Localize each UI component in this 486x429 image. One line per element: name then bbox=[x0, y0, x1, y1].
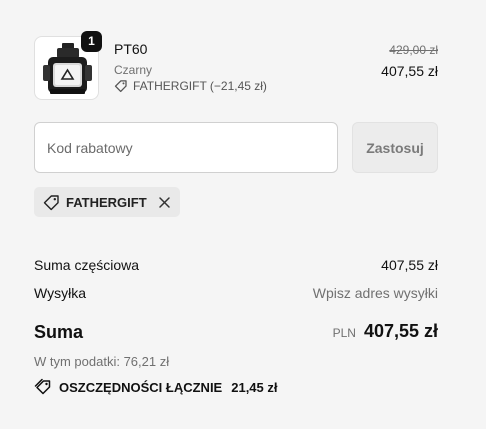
product-name: PT60 bbox=[114, 41, 148, 57]
currency-code: PLN bbox=[332, 326, 356, 340]
total-amount-group: PLN 407,55 zł bbox=[333, 321, 438, 342]
cart-line-item: 1 PT60 Czarny FATHERGIFT (−21,45 zł) 429… bbox=[34, 31, 438, 100]
applied-discount-chip: FATHERGIFT bbox=[34, 187, 180, 217]
apply-discount-button[interactable]: Zastosuj bbox=[352, 122, 438, 173]
final-price: 407,55 zł bbox=[381, 63, 438, 79]
product-discount-label: FATHERGIFT (−21,45 zł) bbox=[133, 79, 267, 93]
subtotal-label: Suma częściowa bbox=[34, 257, 140, 273]
tag-icon bbox=[34, 378, 51, 395]
savings-label: OSZCZĘDNOŚCI ŁĄCZNIE bbox=[59, 379, 223, 395]
total-amount: 407,55 zł bbox=[363, 321, 438, 341]
tag-icon bbox=[43, 194, 59, 210]
total-label: Suma bbox=[34, 322, 84, 342]
shipping-value: Wpisz adres wysyłki bbox=[312, 285, 438, 301]
applied-discount-code: FATHERGIFT bbox=[66, 194, 147, 210]
product-variant: Czarny bbox=[114, 63, 153, 77]
quantity-badge: 1 bbox=[81, 31, 102, 52]
tag-icon bbox=[114, 80, 127, 93]
shipping-label: Wysyłka bbox=[34, 285, 86, 301]
product-discount: FATHERGIFT (−21,45 zł) bbox=[114, 79, 267, 93]
subtotal-row: Suma częściowa 407,55 zł bbox=[34, 257, 438, 273]
savings-value: 21,45 zł bbox=[231, 379, 278, 395]
close-icon[interactable] bbox=[158, 196, 171, 209]
shipping-row: Wysyłka Wpisz adres wysyłki bbox=[34, 285, 438, 301]
subtotal-value: 407,55 zł bbox=[381, 257, 438, 273]
discount-code-input[interactable] bbox=[34, 122, 338, 173]
original-price: 429,00 zł bbox=[389, 43, 438, 57]
taxes-text: W tym podatki: 76,21 zł bbox=[34, 354, 170, 369]
total-savings: OSZCZĘDNOŚCI ŁĄCZNIE 21,45 zł bbox=[34, 378, 278, 396]
